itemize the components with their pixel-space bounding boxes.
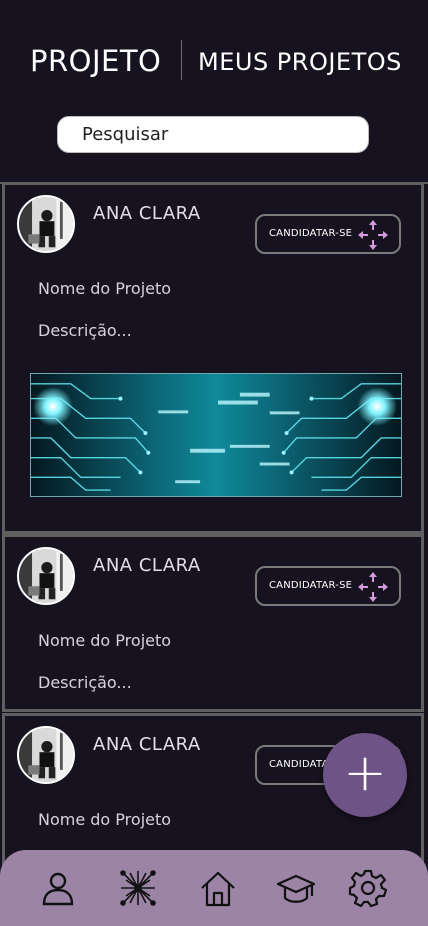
avatar[interactable]	[17, 547, 75, 605]
project-name: Nome do Projeto	[38, 810, 172, 829]
user-icon[interactable]	[38, 868, 78, 908]
project-image[interactable]	[30, 373, 402, 497]
apply-button[interactable]: CANDIDATAR-SE	[255, 214, 401, 254]
apply-label: CANDIDATAR-SE	[269, 228, 353, 239]
user-name[interactable]: ANA CLARA	[93, 734, 201, 755]
graduation-cap-icon[interactable]	[276, 868, 316, 908]
move-arrows-icon	[358, 220, 388, 250]
bottom-nav	[0, 850, 428, 926]
tab-projeto[interactable]: PROJETO	[30, 44, 161, 78]
tab-meus-projetos[interactable]: MEUS PROJETOS	[198, 48, 402, 76]
avatar[interactable]	[17, 195, 75, 253]
apply-button[interactable]: CANDIDATAR-SE	[255, 566, 401, 606]
project-name: Nome do Projeto	[38, 279, 172, 298]
user-name[interactable]: ANA CLARA	[93, 555, 201, 576]
project-name: Nome do Projeto	[38, 631, 172, 650]
project-description: Descrição...	[38, 321, 132, 340]
avatar[interactable]	[17, 726, 75, 784]
home-icon[interactable]	[198, 868, 238, 908]
user-name[interactable]: ANA CLARA	[93, 203, 201, 224]
project-card: ANA CLARA CANDIDATAR-SE Nome do Projeto …	[2, 534, 424, 712]
add-project-button[interactable]: +	[323, 733, 407, 817]
move-arrows-icon	[358, 572, 388, 602]
app-header: PROJETO MEUS PROJETOS Pesquisar	[0, 0, 428, 184]
gear-icon[interactable]	[348, 868, 388, 908]
search-input[interactable]: Pesquisar	[57, 116, 369, 153]
apply-label: CANDIDATAR-SE	[269, 580, 353, 591]
network-icon[interactable]	[118, 868, 158, 908]
project-description: Descrição...	[38, 673, 132, 692]
tab-divider	[181, 40, 182, 80]
project-card: ANA CLARA CANDIDATAR-SE Nome do Projeto …	[2, 182, 424, 534]
